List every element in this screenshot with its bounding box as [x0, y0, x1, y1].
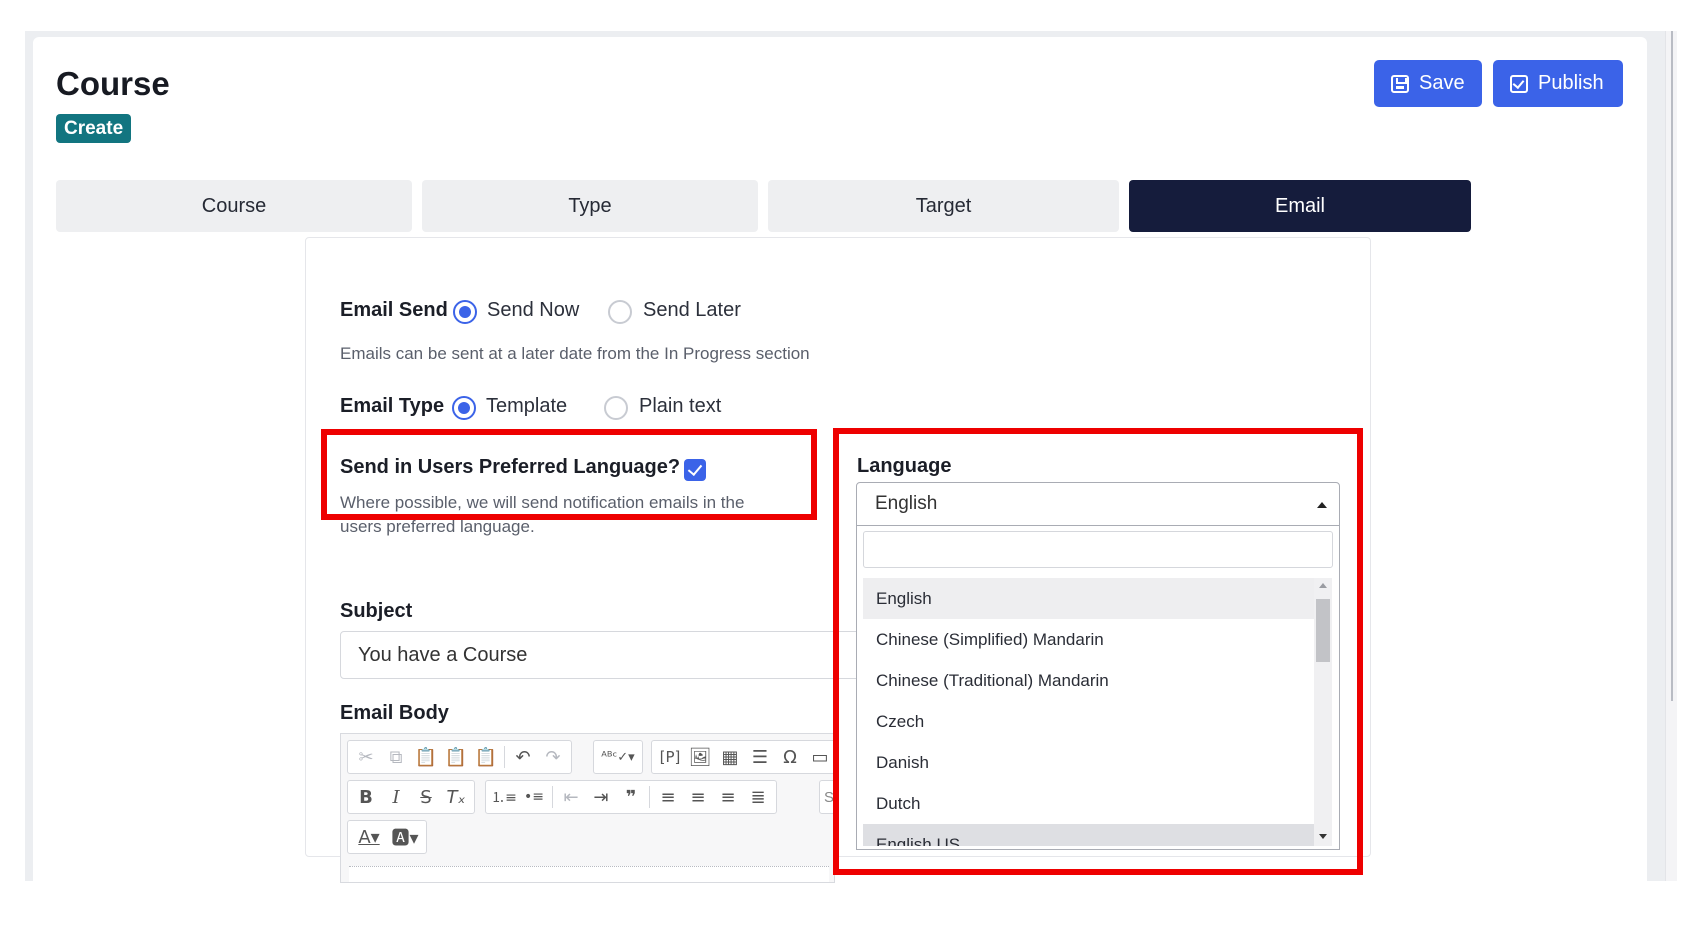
save-label: Save: [1419, 72, 1465, 94]
undo-icon[interactable]: ↶: [509, 743, 537, 771]
email-body-editor: ✂ ⧉ 📋 📋 📋 ↶ ↷ ᴬᴮᶜ✓▾ [P] 🖼 ▦ ☰ Ω ▭ B I S …: [340, 733, 835, 883]
text-color-icon[interactable]: A▾: [352, 823, 386, 851]
language-search-input[interactable]: [863, 531, 1333, 568]
italic-icon[interactable]: I: [382, 783, 410, 811]
toolbar-clipboard: ✂ ⧉ 📋 📋 📋 ↶ ↷: [347, 740, 572, 774]
send-now-radio[interactable]: [453, 300, 477, 324]
language-option-danish[interactable]: Danish: [863, 742, 1314, 783]
blockquote-icon[interactable]: ❞: [617, 783, 645, 811]
save-icon: [1391, 74, 1409, 93]
send-now-label: Send Now: [487, 299, 580, 321]
save-button[interactable]: Save: [1374, 60, 1482, 107]
checkbox-icon: [1510, 74, 1528, 93]
cut-icon[interactable]: ✂: [352, 743, 380, 771]
tab-course[interactable]: Course: [56, 180, 412, 232]
style-dropdown[interactable]: Sty: [819, 780, 835, 814]
scrollbar-thumb[interactable]: [1316, 599, 1330, 662]
email-send-label: Email Send: [340, 299, 448, 321]
numbered-list-icon[interactable]: ⒈≡: [490, 783, 518, 811]
align-right-icon[interactable]: ≡: [714, 783, 742, 811]
plain-text-radio[interactable]: [604, 396, 628, 420]
email-body-label: Email Body: [340, 702, 449, 724]
justify-icon[interactable]: ≣: [744, 783, 772, 811]
language-list-scrollbar[interactable]: [1314, 578, 1332, 846]
send-later-label: Send Later: [643, 299, 741, 321]
toolbar-spellcheck: ᴬᴮᶜ✓▾: [593, 740, 643, 774]
template-label: Template: [486, 395, 568, 417]
scroll-up-icon[interactable]: [1319, 583, 1327, 588]
outdent-icon[interactable]: ⇤: [557, 783, 585, 811]
language-option-english-us[interactable]: English US: [863, 824, 1314, 846]
page-scrollbar[interactable]: [1665, 31, 1677, 881]
preferred-language-help-1: Where possible, we will send notificatio…: [340, 493, 745, 512]
publish-label: Publish: [1538, 72, 1604, 94]
language-selected-value: English: [875, 493, 938, 514]
plain-text-label: Plain text: [639, 395, 722, 417]
toolbar-colors: A▾ 🅰▾: [347, 820, 427, 854]
subject-value: You have a Course: [358, 643, 528, 666]
send-later-radio[interactable]: [608, 300, 632, 324]
iframe-icon[interactable]: ▭: [806, 743, 834, 771]
tab-type[interactable]: Type: [422, 180, 758, 232]
toolbar-paragraph: ⒈≡ •≡ ⇤ ⇥ ❞ ≡ ≡ ≡ ≣: [485, 780, 777, 814]
template-radio[interactable]: [452, 396, 476, 420]
tab-target[interactable]: Target: [768, 180, 1119, 232]
status-badge: Create: [56, 114, 132, 143]
style-dropdown-label: Sty: [824, 788, 835, 806]
placeholder-icon[interactable]: [P]: [656, 743, 684, 771]
redo-icon[interactable]: ↷: [539, 743, 567, 771]
chevron-up-icon: [1317, 502, 1327, 508]
table-icon[interactable]: ▦: [716, 743, 744, 771]
indent-icon[interactable]: ⇥: [587, 783, 615, 811]
bold-icon[interactable]: B: [352, 783, 380, 811]
language-option-chinese-simplified[interactable]: Chinese (Simplified) Mandarin: [863, 619, 1314, 660]
spellcheck-icon[interactable]: ᴬᴮᶜ✓▾: [598, 743, 638, 771]
email-send-help: Emails can be sent at a later date from …: [340, 344, 810, 363]
language-option-dutch[interactable]: Dutch: [863, 783, 1314, 824]
subject-input[interactable]: You have a Course: [340, 631, 860, 679]
bulleted-list-icon[interactable]: •≡: [520, 783, 548, 811]
paste-icon[interactable]: 📋: [412, 743, 440, 771]
language-label: Language: [857, 455, 952, 477]
paste-word-icon[interactable]: 📋: [472, 743, 500, 771]
align-center-icon[interactable]: ≡: [684, 783, 712, 811]
background-color-icon[interactable]: 🅰▾: [388, 823, 422, 851]
language-options-list: English Chinese (Simplified) Mandarin Ch…: [863, 578, 1314, 846]
tab-email[interactable]: Email: [1129, 180, 1471, 232]
preferred-language-help-2: users preferred language.: [340, 517, 535, 536]
align-left-icon[interactable]: ≡: [654, 783, 682, 811]
subject-label: Subject: [340, 600, 413, 622]
preferred-language-checkbox[interactable]: [684, 459, 706, 481]
language-option-chinese-traditional[interactable]: Chinese (Traditional) Mandarin: [863, 660, 1314, 701]
image-icon[interactable]: 🖼: [686, 743, 714, 771]
toolbar-insert: [P] 🖼 ▦ ☰ Ω ▭: [651, 740, 834, 774]
copy-icon[interactable]: ⧉: [382, 743, 410, 771]
strikethrough-icon[interactable]: S: [412, 783, 440, 811]
scroll-down-icon[interactable]: [1319, 834, 1327, 839]
preferred-language-label: Send in Users Preferred Language?: [340, 456, 681, 478]
publish-button[interactable]: Publish: [1493, 60, 1623, 107]
language-option-english[interactable]: English: [863, 578, 1314, 619]
horizontal-line-icon[interactable]: ☰: [746, 743, 774, 771]
email-body-content[interactable]: [349, 866, 829, 882]
paste-text-icon[interactable]: 📋: [442, 743, 470, 771]
special-char-icon[interactable]: Ω: [776, 743, 804, 771]
remove-format-icon[interactable]: Tₓ: [442, 783, 470, 811]
language-dropdown: English Chinese (Simplified) Mandarin Ch…: [856, 526, 1340, 850]
email-type-label: Email Type: [340, 395, 445, 417]
language-select[interactable]: English: [856, 482, 1340, 526]
language-option-czech[interactable]: Czech: [863, 701, 1314, 742]
toolbar-basic-styles: B I S Tₓ: [347, 780, 475, 814]
page-title: Course: [56, 65, 170, 102]
